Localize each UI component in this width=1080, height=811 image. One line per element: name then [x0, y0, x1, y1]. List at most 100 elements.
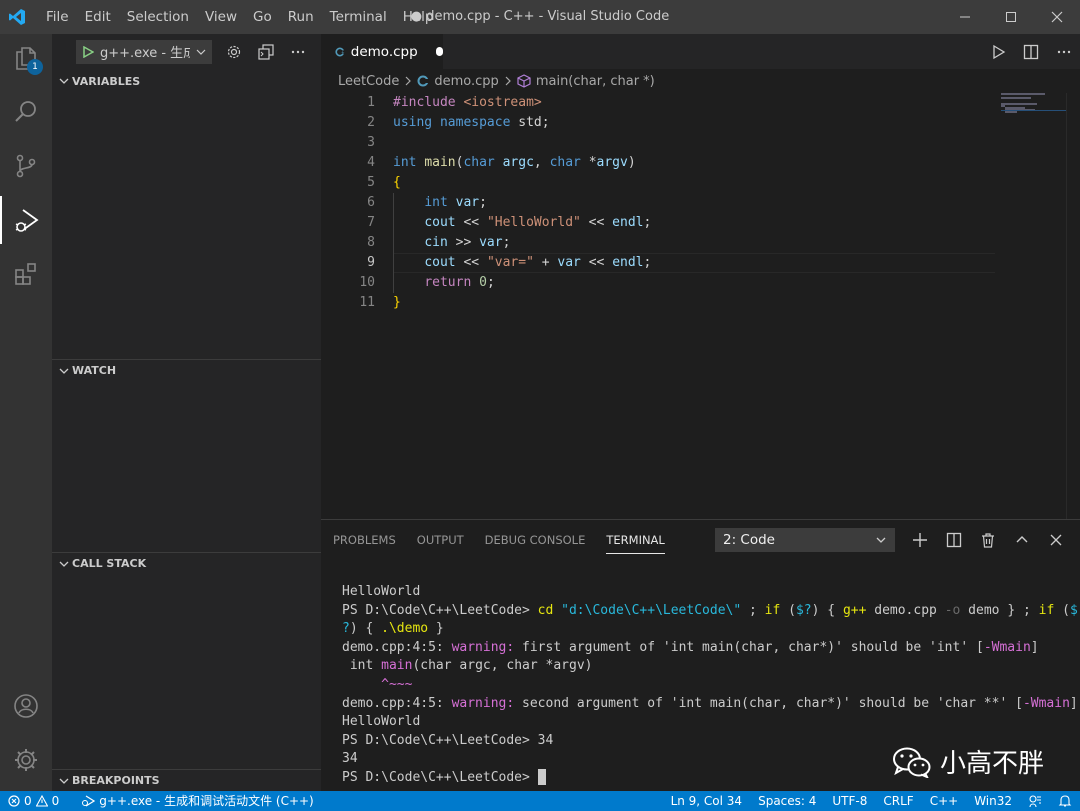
- menu-view[interactable]: View: [197, 0, 245, 34]
- terminal-line: demo.cpp:4:5: warning: second argument o…: [342, 695, 1078, 714]
- code-line[interactable]: cin >> var;: [393, 233, 993, 253]
- code-token: char: [463, 155, 495, 170]
- notifications-button[interactable]: [1050, 794, 1080, 808]
- breadcrumb-file[interactable]: demo.cpp: [434, 74, 498, 89]
- code-line[interactable]: }: [393, 293, 993, 313]
- split-terminal-button[interactable]: [937, 528, 971, 552]
- terminal-token: demo.cpp: [866, 602, 945, 618]
- close-window-button[interactable]: [1034, 0, 1080, 34]
- terminal-select[interactable]: 2: Code: [715, 528, 895, 552]
- problems-status[interactable]: 0 0: [0, 791, 67, 811]
- menu-file[interactable]: File: [38, 0, 77, 34]
- more-actions-button[interactable]: [282, 40, 314, 64]
- code-token: argc: [502, 155, 534, 170]
- source-control-button[interactable]: [0, 142, 52, 190]
- menu-edit[interactable]: Edit: [77, 0, 119, 34]
- tab-label: demo.cpp: [350, 43, 418, 60]
- run-file-button[interactable]: [981, 34, 1014, 69]
- explorer-button[interactable]: 1: [0, 34, 52, 82]
- debug-settings-button[interactable]: [218, 40, 250, 64]
- call-stack-section-header[interactable]: CALL STACK: [52, 552, 321, 574]
- breadcrumb-symbol[interactable]: main(char, char *): [536, 74, 655, 89]
- code-token: using: [393, 115, 433, 130]
- indentation-status[interactable]: Spaces: 4: [750, 791, 824, 811]
- code-line[interactable]: using namespace std;: [393, 113, 993, 133]
- tab-debug-console[interactable]: DEBUG CONSOLE: [485, 520, 586, 560]
- window-controls: [942, 0, 1080, 34]
- chevron-down-icon: [876, 537, 886, 543]
- code-token: ;: [502, 235, 511, 250]
- terminal-token: demo.cpp:4:5:: [342, 639, 452, 655]
- editor-scrollbar[interactable]: [1066, 93, 1080, 519]
- terminal-token: PS D:\Code\C++\LeetCode> 34: [342, 732, 554, 748]
- breakpoints-section-header[interactable]: BREAKPOINTS: [52, 769, 321, 791]
- run-debug-button[interactable]: [0, 196, 52, 244]
- feedback-button[interactable]: [1020, 794, 1050, 808]
- menu-go[interactable]: Go: [245, 0, 280, 34]
- code-line[interactable]: int main(char argc, char *argv): [393, 153, 993, 173]
- breadcrumb-folder[interactable]: LeetCode: [338, 74, 399, 89]
- code-line[interactable]: cout << "var=" + var << endl;: [393, 253, 993, 273]
- terminal-token: HelloWorld: [342, 714, 421, 730]
- code-line[interactable]: cout << "HelloWorld" << endl;: [393, 213, 993, 233]
- minimap[interactable]: [1001, 93, 1066, 133]
- new-terminal-button[interactable]: [903, 528, 937, 552]
- line-number: 1: [367, 95, 375, 110]
- code-token: endl: [612, 255, 644, 270]
- code-token: char: [549, 155, 581, 170]
- maximize-panel-button[interactable]: [1005, 528, 1039, 552]
- menu-selection[interactable]: Selection: [119, 0, 197, 34]
- activity-bar: 1: [0, 34, 52, 791]
- menu-help[interactable]: Help: [395, 0, 442, 34]
- minimize-button[interactable]: [942, 0, 988, 34]
- tab-terminal[interactable]: TERMINAL: [606, 526, 665, 554]
- search-button[interactable]: [0, 88, 52, 136]
- tab-output[interactable]: OUTPUT: [417, 520, 464, 560]
- panel-actions: [903, 528, 1073, 552]
- encoding-status[interactable]: UTF-8: [824, 791, 875, 811]
- manage-button[interactable]: [0, 736, 52, 784]
- split-editor-button[interactable]: [1014, 34, 1047, 69]
- editor-more-button[interactable]: [1047, 34, 1080, 69]
- watch-section-header[interactable]: WATCH: [52, 359, 321, 381]
- terminal-token: (: [1054, 602, 1070, 618]
- code-editor[interactable]: 1 2 3 4 5 6 7 8 9 10 11 #include <iostream> using n…: [321, 93, 1080, 519]
- menu-run[interactable]: Run: [280, 0, 322, 34]
- explorer-badge: 1: [27, 59, 43, 75]
- variables-section-header[interactable]: VARIABLES: [52, 70, 321, 92]
- language-mode[interactable]: C++: [922, 791, 967, 811]
- menu-terminal[interactable]: Terminal: [322, 0, 395, 34]
- code-lines[interactable]: #include <iostream> using namespace std; i…: [393, 93, 993, 313]
- platform-status[interactable]: Win32: [966, 791, 1020, 811]
- terminal-token: ;: [741, 602, 765, 618]
- cursor-position[interactable]: Ln 9, Col 34: [663, 791, 751, 811]
- tab-demo-cpp[interactable]: + demo.cpp: [321, 34, 443, 69]
- code-line[interactable]: {: [393, 173, 993, 193]
- terminal-token: if: [764, 602, 781, 618]
- maximize-button[interactable]: [988, 0, 1034, 34]
- code-token: var: [557, 255, 581, 270]
- accounts-button[interactable]: [0, 682, 52, 730]
- ellipsis-icon: [1057, 50, 1070, 53]
- code-line[interactable]: [393, 133, 993, 153]
- eol-status[interactable]: CRLF: [875, 791, 921, 811]
- split-terminal-icon: [946, 532, 962, 548]
- terminal-token: -Wmain: [1022, 695, 1070, 711]
- kill-terminal-button[interactable]: [971, 528, 1005, 552]
- code-line[interactable]: return 0;: [393, 273, 993, 293]
- tab-problems[interactable]: PROBLEMS: [333, 520, 396, 560]
- code-token: ;: [486, 275, 495, 290]
- debug-config-select[interactable]: g++.exe - 生成: [76, 39, 212, 64]
- wechat-logo-icon: [893, 747, 931, 778]
- start-debug-icon[interactable]: [82, 45, 94, 58]
- close-panel-button[interactable]: [1039, 528, 1073, 552]
- extensions-button[interactable]: [0, 250, 52, 298]
- code-line[interactable]: #include <iostream>: [393, 93, 993, 113]
- code-line[interactable]: int var;: [393, 193, 993, 213]
- debug-config-status[interactable]: g++.exe - 生成和调试活动文件 (C++): [73, 791, 321, 811]
- terminal-token: $: [1069, 602, 1078, 618]
- unsaved-dot-icon[interactable]: [435, 47, 443, 56]
- debug-console-button[interactable]: [250, 40, 282, 64]
